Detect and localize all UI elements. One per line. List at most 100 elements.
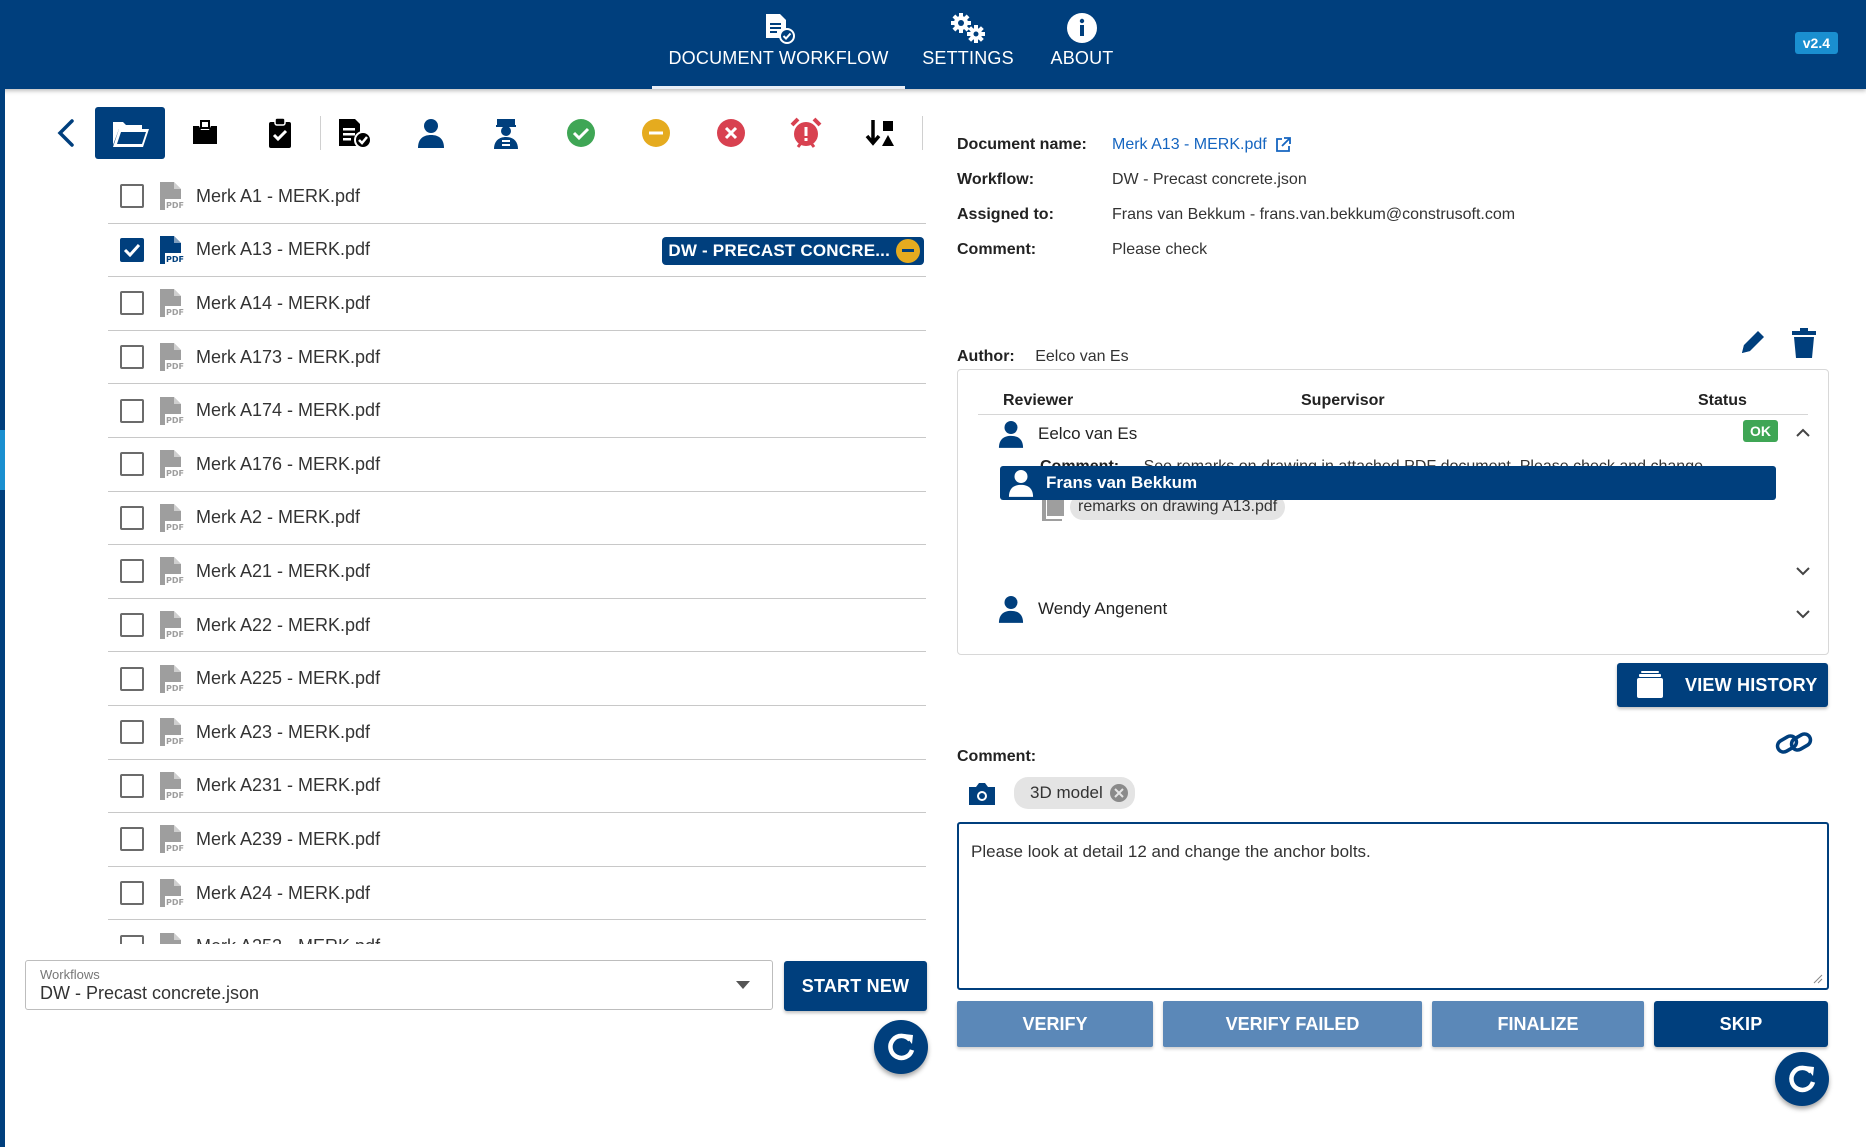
file-row[interactable]: PDF Merk A239 - MERK.pdf xyxy=(108,813,926,867)
supervisor-filter-button[interactable] xyxy=(480,109,532,157)
file-row[interactable]: PDF Merk A225 - MERK.pdf xyxy=(108,652,926,706)
delete-button[interactable] xyxy=(1791,327,1817,364)
file-checkbox[interactable] xyxy=(120,559,144,584)
remove-tag-icon[interactable] xyxy=(1109,783,1129,803)
file-checkbox[interactable] xyxy=(120,452,144,477)
tab-about-label: ABOUT xyxy=(1050,48,1114,68)
reviewer-filter-button[interactable] xyxy=(405,109,457,157)
link-button[interactable] xyxy=(1775,728,1813,763)
file-row[interactable]: PDF Merk A252 - MERK.pdf xyxy=(108,920,926,944)
svg-text:PDF: PDF xyxy=(166,362,184,371)
chevron-up-icon[interactable] xyxy=(1796,428,1810,437)
status-failed-icon xyxy=(717,119,745,147)
person-icon xyxy=(998,596,1024,623)
status-pending-filter-button[interactable] xyxy=(630,109,682,157)
back-button[interactable] xyxy=(40,109,92,157)
file-checkbox[interactable] xyxy=(120,773,144,798)
file-name: Merk A2 - MERK.pdf xyxy=(196,507,361,528)
author-row: Author: Eelco van Es xyxy=(957,348,1129,366)
supervisor-column-header: Supervisor xyxy=(1301,392,1385,409)
verify-button[interactable]: VERIFY xyxy=(957,1001,1153,1047)
back-chevron-icon xyxy=(57,119,74,147)
file-checkbox[interactable] xyxy=(120,881,144,906)
resize-handle-icon[interactable] xyxy=(1813,974,1823,984)
status-ok-filter-button[interactable] xyxy=(555,109,607,157)
review-step-2[interactable]: Frans van Bekkum xyxy=(1000,466,1776,500)
tab-settings[interactable]: SETTINGS xyxy=(918,0,1018,89)
refresh-details-button[interactable] xyxy=(1775,1052,1829,1106)
workflows-select[interactable]: Workflows DW - Precast concrete.json xyxy=(25,960,773,1010)
tag-chip-label: 3D model xyxy=(1030,783,1103,802)
file-checkbox[interactable] xyxy=(120,934,144,944)
left-edge-bar xyxy=(0,89,5,1147)
start-new-button[interactable]: START NEW xyxy=(784,961,927,1011)
file-row[interactable]: PDF Merk A1 - MERK.pdf xyxy=(108,170,926,224)
file-row[interactable]: PDF Merk A2 - MERK.pdf xyxy=(108,492,926,546)
review-step-1[interactable]: Eelco van Es xyxy=(998,417,1137,451)
file-name: Merk A24 - MERK.pdf xyxy=(196,882,371,903)
file-checkbox[interactable] xyxy=(120,720,144,745)
reviewer-name: Frans van Bekkum xyxy=(1046,473,1198,492)
finalize-button[interactable]: FINALIZE xyxy=(1432,1001,1644,1047)
overdue-filter-button[interactable] xyxy=(780,109,832,157)
pdf-file-icon: PDF xyxy=(158,288,184,318)
pdf-file-icon: PDF xyxy=(158,771,184,801)
header-divider xyxy=(978,414,1808,415)
file-name: Merk A22 - MERK.pdf xyxy=(196,614,371,635)
file-row[interactable]: PDF Merk A13 - MERK.pdf DW - PRECAST CONCR… xyxy=(108,224,926,278)
file-checkbox[interactable] xyxy=(120,827,144,852)
file-checkbox[interactable] xyxy=(120,184,144,209)
file-row[interactable]: PDF Merk A173 - MERK.pdf xyxy=(108,331,926,385)
reviewer-name: Wendy Angenent xyxy=(1038,599,1168,618)
comment-textarea[interactable]: Please look at detail 12 and change the … xyxy=(957,822,1829,990)
file-checkbox[interactable] xyxy=(120,666,144,691)
file-row[interactable]: PDF Merk A21 - MERK.pdf xyxy=(108,545,926,599)
view-history-button[interactable]: VIEW HISTORY xyxy=(1617,663,1828,707)
workflow-badge[interactable]: DW - PRECAST CONCRE... xyxy=(662,236,924,265)
tab-about[interactable]: ABOUT xyxy=(1040,0,1124,89)
pdf-file-icon: PDF xyxy=(158,610,184,640)
tasks-button[interactable] xyxy=(254,109,306,157)
document-name-link[interactable]: Merk A13 - MERK.pdf xyxy=(1112,136,1291,154)
file-checkbox[interactable] xyxy=(120,291,144,316)
comment-label: Comment: xyxy=(957,241,1037,258)
file-row[interactable]: PDF Merk A176 - MERK.pdf xyxy=(108,438,926,492)
alarm-icon xyxy=(790,117,822,148)
chevron-down-icon[interactable] xyxy=(1796,610,1810,619)
link-icon xyxy=(1775,732,1813,754)
status-failed-filter-button[interactable] xyxy=(705,109,757,157)
inbox-button[interactable] xyxy=(179,109,231,157)
svg-text:PDF: PDF xyxy=(166,576,184,585)
workflows-select-label: Workflows xyxy=(40,967,100,982)
file-row[interactable]: PDF Merk A174 - MERK.pdf xyxy=(108,384,926,438)
refresh-list-button[interactable] xyxy=(874,1020,928,1074)
file-row[interactable]: PDF Merk A23 - MERK.pdf xyxy=(108,706,926,760)
file-checkbox[interactable] xyxy=(120,505,144,530)
file-row[interactable]: PDF Merk A14 - MERK.pdf xyxy=(108,277,926,331)
pdf-file-icon: PDF xyxy=(158,396,184,426)
file-checkbox[interactable] xyxy=(120,237,144,262)
svg-text:PDF: PDF xyxy=(166,844,184,853)
chevron-down-icon[interactable] xyxy=(1796,567,1810,576)
tab-document-workflow[interactable]: DOCUMENT WORKFLOW xyxy=(652,0,905,89)
history-box-icon xyxy=(1637,671,1663,698)
gears-icon xyxy=(948,12,988,44)
file-checkbox[interactable] xyxy=(120,398,144,423)
caret-down-icon xyxy=(736,981,750,989)
file-checkbox[interactable] xyxy=(120,345,144,370)
file-checkbox[interactable] xyxy=(120,613,144,638)
skip-button[interactable]: SKIP xyxy=(1654,1001,1828,1047)
document-check-icon xyxy=(762,12,796,44)
all-documents-button[interactable] xyxy=(95,107,165,159)
review-step-3[interactable]: Wendy Angenent xyxy=(998,592,1167,626)
file-row[interactable]: PDF Merk A24 - MERK.pdf xyxy=(108,867,926,921)
file-row[interactable]: PDF Merk A22 - MERK.pdf xyxy=(108,599,926,653)
reviewed-documents-button[interactable] xyxy=(329,109,381,157)
pdf-file-icon: PDF xyxy=(158,932,184,944)
verify-failed-button[interactable]: VERIFY FAILED xyxy=(1163,1001,1422,1047)
camera-button[interactable] xyxy=(967,781,997,812)
file-row[interactable]: PDF Merk A231 - MERK.pdf xyxy=(108,760,926,814)
edit-button[interactable] xyxy=(1738,327,1768,362)
author-label: Author: xyxy=(957,348,1015,365)
sort-button[interactable] xyxy=(855,109,907,157)
